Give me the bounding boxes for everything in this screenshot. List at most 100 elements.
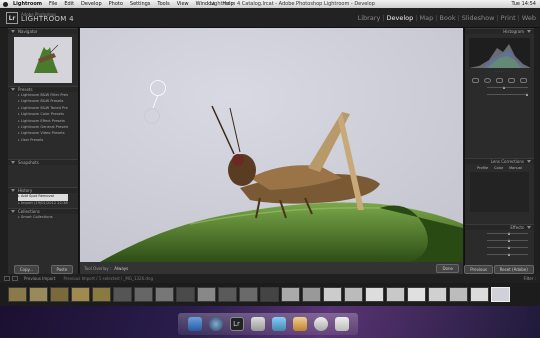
filmstrip-thumbnail[interactable] xyxy=(260,287,279,302)
slider-knob[interactable] xyxy=(507,245,510,249)
reset-button[interactable]: Reset (Adobe) xyxy=(493,264,534,274)
crop-tool-icon[interactable] xyxy=(472,78,480,83)
filmstrip-thumbnail[interactable] xyxy=(176,287,195,302)
left-panel-toggle[interactable] xyxy=(0,28,8,274)
spot-size-slider[interactable] xyxy=(465,84,534,91)
module-map[interactable]: Map xyxy=(417,14,435,22)
slider-knob[interactable] xyxy=(507,231,510,235)
lightroom-dock-icon[interactable]: Lr xyxy=(229,317,244,331)
photos-icon[interactable] xyxy=(250,317,265,331)
menu-edit[interactable]: Edit xyxy=(64,1,74,7)
lens-corrections-header[interactable]: Lens Corrections xyxy=(465,158,534,164)
filmstrip-thumbnail[interactable] xyxy=(29,287,48,302)
lens-tabs: Profile Color Manual xyxy=(465,166,534,170)
module-develop[interactable]: Develop xyxy=(385,14,416,22)
filmstrip-filter-label: Filter : xyxy=(523,276,536,281)
filmstrip-thumbnail[interactable] xyxy=(365,287,384,302)
module-print[interactable]: Print xyxy=(499,14,518,22)
module-web[interactable]: Web xyxy=(520,14,538,22)
brush-tool-icon[interactable] xyxy=(519,78,527,83)
safari-icon[interactable] xyxy=(208,317,223,331)
grid-view-icon[interactable] xyxy=(4,276,10,281)
filmstrip-thumbnail[interactable] xyxy=(428,287,447,302)
navigator-label: Navigator xyxy=(18,29,38,34)
menu-settings[interactable]: Settings xyxy=(130,1,151,7)
vignette-feather-slider[interactable] xyxy=(465,251,534,258)
menu-develop[interactable]: Develop xyxy=(81,1,102,7)
history-item[interactable]: Import (19/01/2012 22:36:13) xyxy=(18,201,68,207)
filmstrip-thumbnail[interactable] xyxy=(491,287,510,302)
preset-folder[interactable]: User Presets xyxy=(18,138,68,144)
filmstrip-thumbnail[interactable] xyxy=(386,287,405,302)
slider-track xyxy=(487,252,528,256)
filmstrip-thumbnail[interactable] xyxy=(218,287,237,302)
left-panel: Navigator Presets Lightroom B&W Filter P… xyxy=(8,28,79,274)
copy-button[interactable]: Copy... xyxy=(13,264,40,274)
vignette-roundness-slider[interactable] xyxy=(465,244,534,251)
filmstrip-thumbnail[interactable] xyxy=(50,287,69,302)
slider-knob[interactable] xyxy=(525,92,528,96)
filmstrip-thumbnail[interactable] xyxy=(407,287,426,302)
filmstrip-thumbnail[interactable] xyxy=(197,287,216,302)
menu-tools[interactable]: Tools xyxy=(157,1,169,7)
spot-opacity-slider[interactable] xyxy=(465,91,534,98)
paste-button[interactable]: Paste xyxy=(50,264,74,274)
spot-removal-tool-icon[interactable] xyxy=(484,78,492,83)
histogram-graph[interactable] xyxy=(469,38,530,68)
filmstrip-thumbnail[interactable] xyxy=(92,287,111,302)
lens-tab-profile[interactable]: Profile xyxy=(477,166,488,170)
menu-photo[interactable]: Photo xyxy=(109,1,123,7)
menubar-clock[interactable]: Tue 14:54 xyxy=(511,1,536,7)
navigator-preview[interactable] xyxy=(14,37,72,83)
red-eye-tool-icon[interactable] xyxy=(495,78,503,83)
graduated-filter-icon[interactable] xyxy=(507,78,515,83)
vignette-midpoint-slider[interactable] xyxy=(465,237,534,244)
filmstrip-thumbnail[interactable] xyxy=(239,287,258,302)
menu-file[interactable]: File xyxy=(49,1,57,7)
lens-profile-box xyxy=(470,172,529,212)
slider-knob[interactable] xyxy=(507,252,510,256)
filmstrip-thumbnail[interactable] xyxy=(323,287,342,302)
snapshots-label: Snapshots xyxy=(18,160,39,166)
filmstrip-thumbnail[interactable] xyxy=(113,287,132,302)
collection-item[interactable]: Smart Collections xyxy=(18,215,68,221)
filmstrip-thumbnail[interactable] xyxy=(8,287,27,302)
navigator-header[interactable]: Navigator xyxy=(8,28,78,34)
filmstrip-thumbnail[interactable] xyxy=(134,287,153,302)
filmstrip-path[interactable]: Previous Import / 1 selected / _MG_1326.… xyxy=(63,276,153,281)
previous-button[interactable]: Previous xyxy=(464,264,494,274)
folder-icon[interactable] xyxy=(271,317,286,331)
history-label: History xyxy=(18,188,33,194)
slider-knob[interactable] xyxy=(503,85,506,89)
filmstrip-thumbnail[interactable] xyxy=(281,287,300,302)
second-window-icon[interactable] xyxy=(12,276,18,281)
filmstrip-thumbnail[interactable] xyxy=(449,287,468,302)
filmstrip-thumbnail[interactable] xyxy=(470,287,489,302)
finder-icon[interactable] xyxy=(187,317,202,331)
done-button[interactable]: Done xyxy=(436,263,459,273)
filmstrip-thumbnail[interactable] xyxy=(344,287,363,302)
module-slideshow[interactable]: Slideshow xyxy=(460,14,497,22)
right-panel: Histogram · · · · · Lens Corrections Pro… xyxy=(464,28,534,274)
disc-icon[interactable] xyxy=(313,317,328,331)
menu-lightroom[interactable]: Lightroom xyxy=(13,1,42,7)
apple-menu-icon[interactable] xyxy=(3,1,8,7)
downloads-icon[interactable] xyxy=(292,317,307,331)
histogram-header[interactable]: Histogram xyxy=(465,28,534,34)
menu-view[interactable]: View xyxy=(177,1,189,7)
vignette-amount-slider[interactable] xyxy=(465,230,534,237)
module-library[interactable]: Library xyxy=(356,14,383,22)
lens-tab-color[interactable]: Color xyxy=(494,166,503,170)
filmstrip-source[interactable]: Previous Import xyxy=(24,276,55,281)
module-book[interactable]: Book xyxy=(437,14,457,22)
filmstrip-thumbnail[interactable] xyxy=(302,287,321,302)
slider-track xyxy=(487,238,528,242)
photo-canvas[interactable] xyxy=(80,28,463,262)
trash-icon[interactable] xyxy=(334,317,349,331)
right-panel-toggle[interactable] xyxy=(534,28,540,274)
filmstrip-thumbnail[interactable] xyxy=(71,287,90,302)
lens-tab-manual[interactable]: Manual xyxy=(509,166,522,170)
slider-knob[interactable] xyxy=(507,238,510,242)
filmstrip-thumbnail[interactable] xyxy=(155,287,174,302)
overlay-select[interactable]: Always xyxy=(114,266,128,271)
